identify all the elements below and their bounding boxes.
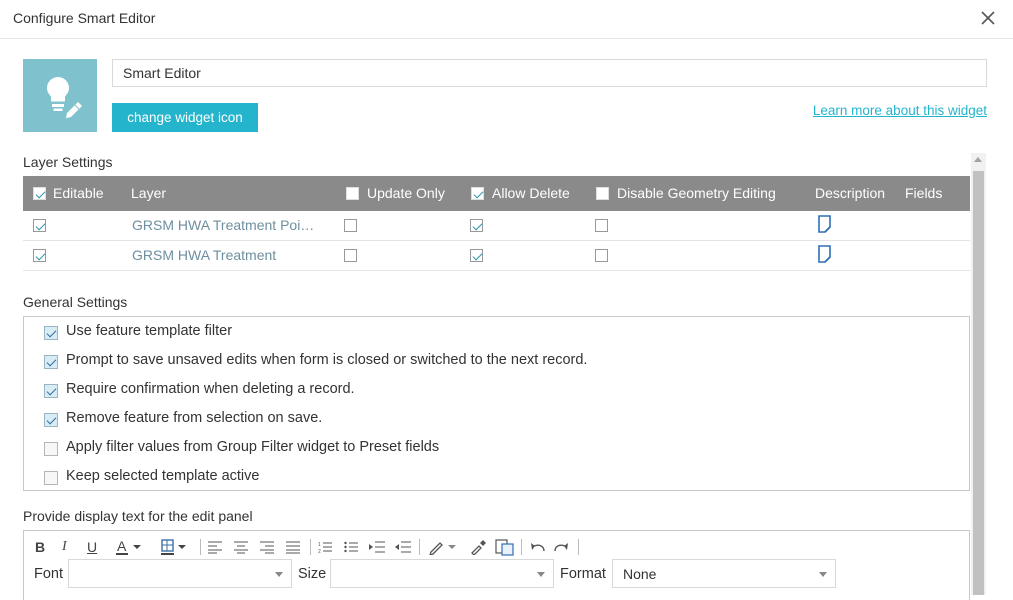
scrollbar-thumb[interactable] (973, 171, 984, 595)
dialog-titlebar: Configure Smart Editor (0, 0, 1013, 39)
toolbar-separator (521, 539, 522, 555)
row-allow-delete-checkbox[interactable] (470, 249, 483, 262)
change-widget-icon-button[interactable]: change widget icon (112, 103, 258, 132)
row-editable-checkbox[interactable] (33, 249, 46, 262)
toolbar-separator (419, 539, 420, 555)
chevron-down-icon (537, 572, 545, 577)
size-label: Size (298, 566, 327, 582)
general-settings-box: Use feature template filter Prompt to sa… (23, 316, 970, 491)
option-label: Apply filter values from Group Filter wi… (66, 439, 440, 455)
toolbar-separator (310, 539, 311, 555)
layer-settings-table: Editable Layer Update Only Allow Delete … (23, 176, 970, 271)
align-center-icon[interactable] (234, 540, 248, 554)
svg-text:2: 2 (318, 549, 321, 554)
format-select[interactable]: None (612, 559, 836, 588)
lightbulb-pencil-icon (47, 77, 82, 119)
size-select[interactable] (330, 559, 554, 588)
italic-button[interactable]: I (62, 539, 67, 555)
option-label: Keep selected template active (66, 468, 260, 484)
chevron-down-icon (275, 572, 283, 577)
option-label: Prompt to save unsaved edits when form i… (66, 352, 588, 368)
header-description: Description (815, 185, 886, 201)
align-left-icon[interactable] (208, 540, 222, 554)
redo-icon[interactable] (553, 539, 571, 555)
undo-icon[interactable] (528, 539, 546, 555)
table-row: GRSM HWA Treatment (23, 241, 970, 271)
disable-geometry-all-checkbox[interactable] (596, 187, 609, 200)
header-fields: Fields (905, 185, 943, 201)
edit-description-icon[interactable] (817, 215, 833, 233)
option-label: Require confirmation when deleting a rec… (66, 381, 355, 397)
option-label: Remove feature from selection on save. (66, 410, 323, 426)
option-checkbox[interactable] (44, 471, 58, 485)
eyedropper-icon[interactable] (470, 539, 488, 555)
widget-name-input[interactable] (112, 59, 987, 87)
bullet-list-icon[interactable] (344, 540, 358, 554)
outdent-icon[interactable] (395, 540, 411, 554)
option-checkbox[interactable] (44, 442, 58, 456)
learn-more-link[interactable]: Learn more about this widget (813, 103, 987, 118)
scroll-up-arrow-icon[interactable] (974, 157, 982, 162)
row-disable-geometry-checkbox[interactable] (595, 249, 608, 262)
table-row: GRSM HWA Treatment Poi… (23, 211, 970, 241)
svg-text:A: A (117, 538, 127, 554)
font-select[interactable] (68, 559, 292, 588)
row-update-only-checkbox[interactable] (344, 219, 357, 232)
numbered-list-icon[interactable]: 1 2 (318, 540, 332, 554)
widget-icon (23, 59, 97, 132)
vertical-scrollbar[interactable] (971, 153, 986, 595)
table-header: Editable Layer Update Only Allow Delete … (23, 176, 970, 211)
chevron-down-icon (819, 572, 827, 577)
layer-settings-label: Layer Settings (23, 154, 113, 170)
edit-panel-label: Provide display text for the edit panel (23, 508, 253, 524)
layer-name[interactable]: GRSM HWA Treatment (132, 247, 276, 263)
header-layer: Layer (131, 185, 167, 201)
row-disable-geometry-checkbox[interactable] (595, 219, 608, 232)
underline-button[interactable]: U (87, 539, 97, 555)
align-right-icon[interactable] (260, 540, 274, 554)
font-label: Font (34, 566, 64, 582)
header-editable: Editable (53, 185, 104, 201)
align-justify-icon[interactable] (286, 540, 300, 554)
row-update-only-checkbox[interactable] (344, 249, 357, 262)
format-label: Format (560, 566, 606, 582)
bold-button[interactable]: B (35, 539, 45, 555)
option-label: Use feature template filter (66, 323, 233, 339)
close-icon[interactable] (979, 9, 997, 27)
editable-all-checkbox[interactable] (33, 187, 46, 200)
general-settings-label: General Settings (23, 294, 128, 310)
rich-text-editor: B I U A 1 2 Font Size Format None (23, 530, 970, 600)
paste-icon[interactable] (495, 538, 515, 556)
link-dropdown-icon[interactable] (428, 539, 460, 555)
background-color-icon[interactable] (161, 538, 193, 556)
dialog-title: Configure Smart Editor (13, 10, 156, 26)
option-checkbox[interactable] (44, 326, 58, 340)
layer-name[interactable]: GRSM HWA Treatment Poi… (132, 217, 314, 233)
header-disable-geometry: Disable Geometry Editing (617, 185, 776, 201)
row-editable-checkbox[interactable] (33, 219, 46, 232)
row-allow-delete-checkbox[interactable] (470, 219, 483, 232)
toolbar-separator (578, 539, 579, 555)
format-select-value: None (623, 566, 657, 582)
edit-description-icon[interactable] (817, 245, 833, 263)
toolbar-separator (200, 539, 201, 555)
indent-icon[interactable] (369, 540, 385, 554)
option-checkbox[interactable] (44, 355, 58, 369)
header-allow-delete: Allow Delete (492, 185, 570, 201)
text-color-icon[interactable]: A (116, 538, 148, 556)
update-only-all-checkbox[interactable] (346, 187, 359, 200)
allow-delete-all-checkbox[interactable] (471, 187, 484, 200)
option-checkbox[interactable] (44, 413, 58, 427)
header-update-only: Update Only (367, 185, 445, 201)
option-checkbox[interactable] (44, 384, 58, 398)
svg-text:1: 1 (318, 542, 321, 548)
